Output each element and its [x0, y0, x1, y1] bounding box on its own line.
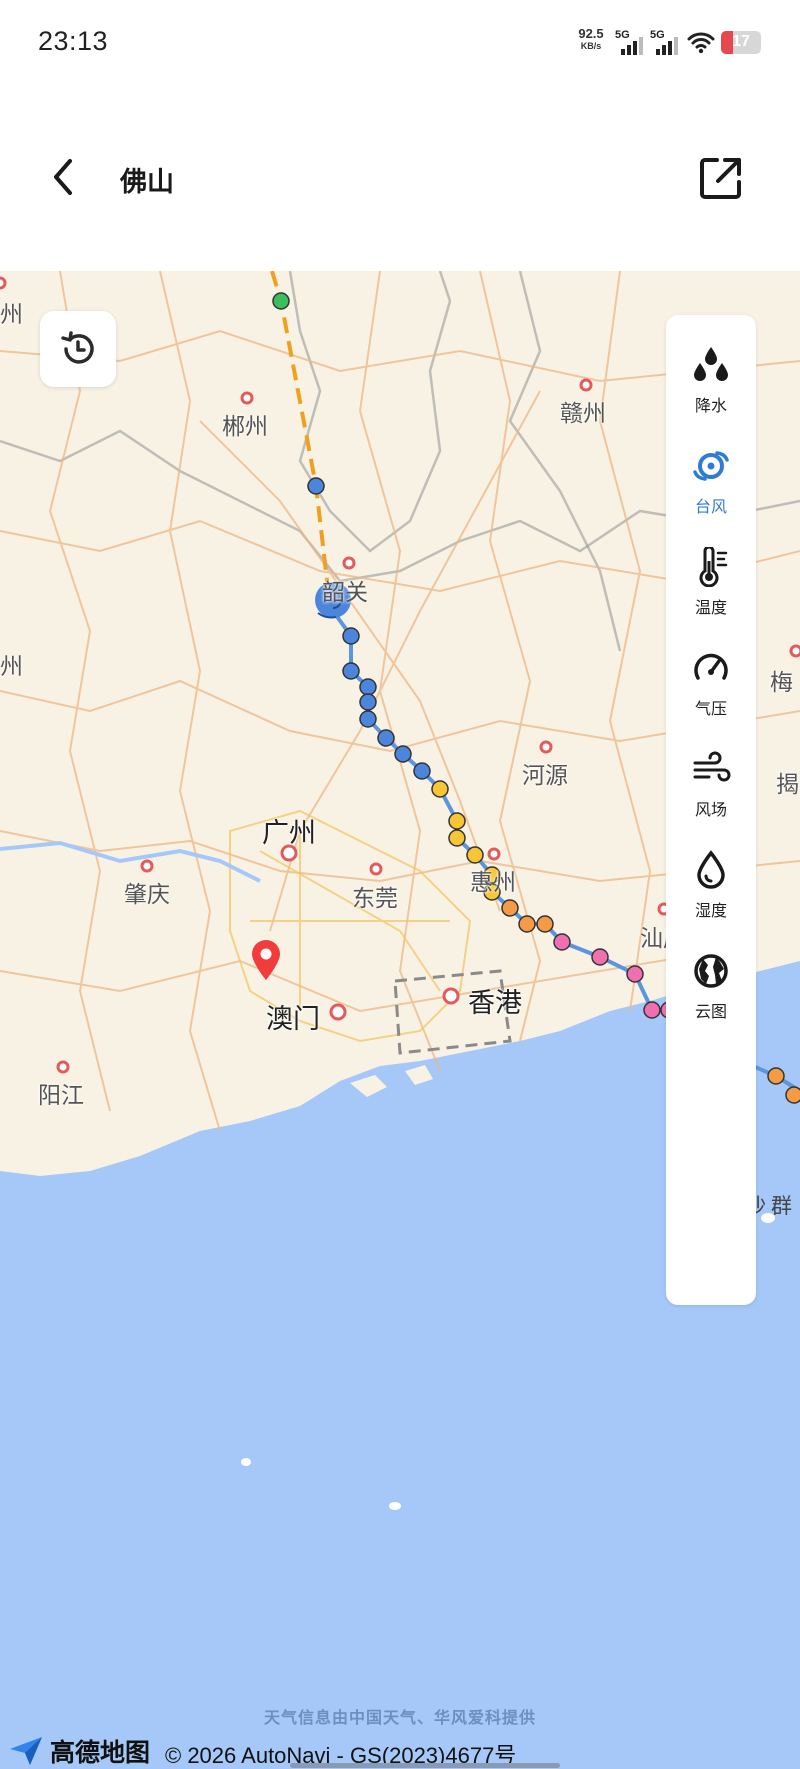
sim2-label: 5G [650, 29, 665, 41]
layer-wind-label: 风场 [694, 800, 727, 819]
history-icon [61, 331, 94, 364]
layer-rain-label: 降水 [694, 396, 727, 415]
layer-typhoon[interactable]: 台风 [666, 438, 756, 534]
city-label-zhaoqing: 肇庆 [124, 882, 170, 908]
status-time: 23:13 [38, 26, 109, 56]
amap-logo-icon [10, 1737, 42, 1765]
weather-attribution: 天气信息由中国天气、华风爱科提供 [263, 1708, 536, 1727]
thermometer-icon [689, 545, 733, 589]
share-button[interactable] [696, 153, 746, 203]
external-link-icon [700, 158, 741, 199]
layer-typhoon-label: 台风 [694, 497, 727, 516]
city-label-guangzhou: 广州 [262, 818, 316, 849]
signal-sim1-icon: 5G [615, 29, 645, 55]
signal-sim2-icon: 5G [650, 29, 680, 55]
city-label-mei-partial: 梅 [770, 670, 793, 696]
city-label-heyuan: 河源 [522, 763, 568, 789]
city-label-huizhou: 惠州 [470, 870, 516, 896]
sim1-label: 5G [615, 29, 630, 41]
network-speed-value: 92.5 [578, 26, 604, 41]
layer-humidity[interactable]: 湿度 [666, 842, 756, 938]
wind-icon [689, 747, 733, 791]
location-pin-icon[interactable] [250, 939, 282, 981]
typhoon-icon [689, 444, 733, 488]
page-title: 佛山 [120, 167, 174, 198]
layer-cloud-label: 云图 [694, 1002, 727, 1021]
layer-humidity-label: 湿度 [694, 901, 727, 920]
city-label-ganzhou: 赣州 [560, 401, 606, 427]
city-label-chenzhou: 郴州 [222, 414, 268, 440]
city-label-left-partial-1: 州 [0, 302, 23, 328]
layer-panel: 降水 台风 温度 气压 风场 湿度 云图 [666, 315, 756, 1305]
weather-map[interactable]: 郴州 赣州 韶关 河源 广州 肇庆 东莞 惠州 汕尾 香港 澳门 阳江 东沙群 … [0, 271, 800, 1769]
network-speed: 92.5 KB/s [572, 26, 610, 52]
city-label-aomen: 澳门 [266, 1004, 320, 1035]
rain-drops-icon [689, 343, 733, 387]
globe-icon [689, 949, 733, 993]
city-label-dongguan: 东莞 [352, 886, 398, 912]
layer-cloud[interactable]: 云图 [666, 943, 756, 1039]
city-label-jie-partial: 揭 [776, 772, 799, 798]
layer-temperature-label: 温度 [694, 598, 727, 617]
app-header: 佛山 [0, 120, 800, 235]
layer-pressure[interactable]: 气压 [666, 640, 756, 736]
wifi-icon [687, 32, 715, 58]
battery-icon: 17 [721, 31, 761, 54]
back-button[interactable] [40, 154, 86, 200]
city-label-xianggang: 香港 [468, 988, 522, 1019]
status-bar: 23:13 92.5 KB/s 5G 5G 17 [0, 0, 800, 86]
city-label-shaoguan: 韶关 [322, 580, 368, 606]
droplet-icon [689, 848, 733, 892]
layer-temperature[interactable]: 温度 [666, 539, 756, 635]
city-label-yangjiang: 阳江 [38, 1083, 84, 1109]
amap-logo: 高德地图 [8, 1733, 150, 1769]
history-button[interactable] [40, 311, 116, 387]
layer-pressure-label: 气压 [694, 699, 727, 718]
battery-level: 17 [732, 33, 750, 50]
gauge-icon [689, 646, 733, 690]
layer-wind[interactable]: 风场 [666, 741, 756, 837]
home-indicator[interactable] [290, 1763, 560, 1768]
layer-rain[interactable]: 降水 [666, 337, 756, 433]
amap-logo-text: 高德地图 [50, 1738, 151, 1767]
chevron-left-icon [54, 159, 72, 195]
city-label-left-partial-2: 州 [0, 654, 23, 680]
network-speed-unit: KB/s [580, 41, 602, 51]
